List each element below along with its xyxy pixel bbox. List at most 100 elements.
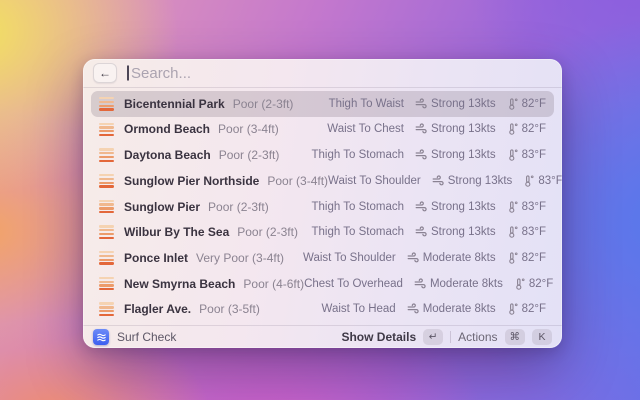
temp-group: 82°F: [507, 252, 546, 264]
surf-height-label: Waist To Shoulder: [328, 174, 421, 187]
surf-quality-icon: [99, 276, 114, 291]
result-row[interactable]: New Smyrna Beach Poor (4-6ft) Chest To O…: [91, 271, 554, 297]
spot-name: Flagler Ave.: [124, 302, 192, 317]
wind-group: Strong 13kts: [415, 123, 496, 135]
wind-icon: [415, 200, 427, 211]
temp-group: 83°F: [523, 175, 562, 187]
surf-quality-icon: [99, 148, 114, 162]
thermometer-icon: [525, 175, 534, 187]
back-arrow-icon: ←: [99, 66, 111, 80]
spot-name: Sunglow Pier Northside: [124, 173, 260, 188]
result-row[interactable]: Flagler Ave. Poor (3-5ft) Waist To Head …: [91, 297, 554, 323]
temp-label: 82°F: [521, 97, 546, 110]
temp-label: 82°F: [521, 303, 546, 316]
spot-name: Ormond Beach: [124, 122, 211, 137]
wind-icon: [415, 226, 427, 237]
thermometer-icon: [508, 98, 518, 110]
spot-name: Bicentennial Park: [124, 96, 225, 111]
spot-rating: Very Poor (3-4ft): [196, 250, 285, 265]
wind-group: Strong 13kts: [415, 98, 496, 110]
wind-icon: [432, 175, 444, 186]
temp-group: 82°F: [507, 98, 546, 110]
result-row[interactable]: Ormond Beach Poor (3-4ft) Waist To Chest…: [91, 117, 554, 143]
thermometer-icon: [516, 277, 525, 290]
k-key-badge: K: [532, 329, 552, 345]
temp-group: 83°F: [507, 149, 546, 161]
spot-name: Wilbur By The Sea: [124, 225, 230, 240]
spot-name: Ponce Inlet: [124, 250, 189, 265]
spot-rating: Poor (3-4ft): [267, 173, 329, 188]
row-accessories: Waist To Shoulder Strong 13kts 83°F: [328, 175, 562, 187]
surf-height-label: Chest To Overhead: [304, 277, 403, 290]
wind-icon: [414, 278, 426, 288]
wind-label: Strong 13kts: [431, 226, 496, 239]
surf-quality-icon: [99, 225, 114, 240]
wind-group: Strong 13kts: [432, 174, 513, 187]
result-row[interactable]: Sunglow Pier Northside Poor (3-4ft) Wais…: [91, 168, 562, 194]
show-details-button[interactable]: Show Details: [341, 330, 416, 344]
temp-label: 82°F: [528, 277, 554, 290]
result-row[interactable]: Sunglow Pier Poor (2-3ft) Thigh To Stoma…: [91, 194, 554, 220]
spot-rating: Poor (3-5ft): [199, 302, 260, 317]
temp-group: 82°F: [507, 123, 546, 135]
thermometer-icon: [508, 226, 518, 238]
row-accessories: Waist To Head Moderate 8kts 82°F: [322, 303, 546, 315]
surf-quality-icon: [99, 302, 114, 317]
thermometer-icon: [508, 303, 518, 315]
wind-icon: [415, 123, 427, 134]
surf-quality-icon: [99, 173, 114, 188]
back-button[interactable]: ←: [93, 63, 117, 83]
wind-icon: [415, 149, 427, 160]
surf-quality-icon: [99, 251, 114, 265]
search-input[interactable]: [126, 64, 552, 82]
spot-rating: Poor (2-3ft): [218, 148, 280, 163]
footer-bar: Surf Check Show Details ↵ Actions ⌘ K: [83, 326, 562, 348]
surf-quality-icon: [99, 96, 114, 111]
row-accessories: Thigh To Stomach Strong 13kts 83°F: [312, 226, 546, 238]
thermometer-icon: [508, 149, 518, 161]
app-name-label: Surf Check: [117, 330, 177, 344]
wind-group: Moderate 8kts: [407, 252, 496, 264]
result-row[interactable]: Bicentennial Park Poor (2-3ft) Thigh To …: [91, 91, 554, 117]
temp-label: 82°F: [521, 123, 546, 136]
actions-button[interactable]: Actions: [458, 330, 497, 344]
surf-height-label: Waist To Shoulder: [303, 251, 396, 264]
search-bar: ←: [83, 59, 562, 87]
result-row[interactable]: Daytona Beach Poor (2-3ft) Thigh To Stom…: [91, 142, 554, 168]
temp-label: 82°F: [521, 251, 546, 264]
surf-height-label: Thigh To Stomach: [311, 200, 404, 213]
search-field-wrap: [126, 59, 552, 87]
spot-rating: Poor (4-6ft): [243, 276, 305, 291]
spot-rating: Poor (2-3ft): [232, 96, 294, 111]
wind-label: Strong 13kts: [431, 123, 496, 136]
spot-rating: Poor (3-4ft): [218, 122, 279, 137]
spot-name: New Smyrna Beach: [124, 276, 236, 291]
surf-height-label: Waist To Head: [321, 303, 396, 316]
surf-height-label: Thigh To Waist: [328, 97, 404, 110]
wind-label: Moderate 8kts: [429, 277, 503, 290]
wind-group: Strong 13kts: [415, 226, 496, 238]
thermometer-icon: [508, 200, 518, 213]
result-row[interactable]: Ponce Inlet Very Poor (3-4ft) Waist To S…: [91, 245, 554, 271]
surf-height-label: Waist To Chest: [327, 123, 404, 136]
results-list[interactable]: Bicentennial Park Poor (2-3ft) Thigh To …: [83, 88, 562, 325]
waves-icon: [96, 333, 106, 341]
row-accessories: Thigh To Waist Strong 13kts 82°F: [329, 98, 546, 110]
row-accessories: Thigh To Stomach Strong 13kts 83°F: [312, 149, 546, 161]
cmd-key-badge: ⌘: [504, 329, 525, 345]
row-accessories: Waist To Chest Strong 13kts 82°F: [327, 123, 546, 135]
temp-group: 82°F: [514, 278, 553, 290]
wind-label: Strong 13kts: [447, 174, 513, 187]
row-accessories: Chest To Overhead Moderate 8kts 82°F: [304, 278, 553, 290]
result-row[interactable]: Wilbur By The Sea Poor (2-3ft) Thigh To …: [91, 219, 554, 245]
temp-label: 83°F: [521, 226, 546, 239]
wind-label: Moderate 8kts: [422, 251, 496, 264]
spot-rating: Poor (2-3ft): [237, 225, 298, 240]
wind-icon: [407, 252, 419, 263]
thermometer-icon: [508, 252, 518, 264]
temp-label: 83°F: [521, 149, 546, 162]
surf-height-label: Thigh To Stomach: [311, 149, 404, 162]
surf-quality-icon: [99, 122, 114, 137]
wind-group: Strong 13kts: [415, 201, 496, 213]
temp-label: 83°F: [538, 174, 562, 187]
